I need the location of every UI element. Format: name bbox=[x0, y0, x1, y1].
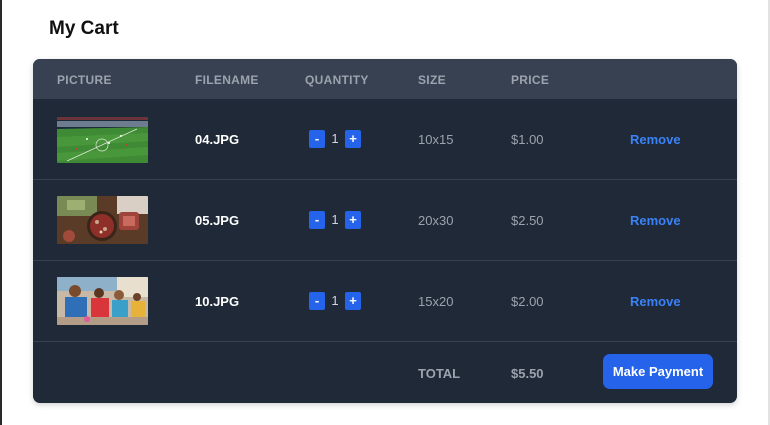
decrement-button[interactable]: - bbox=[309, 211, 325, 229]
remove-button[interactable]: Remove bbox=[630, 132, 681, 147]
column-header-size: SIZE bbox=[418, 73, 446, 87]
make-payment-button[interactable]: Make Payment bbox=[603, 354, 713, 389]
table-row: 04.JPG - 1 + 10x15 $1.00 Remove bbox=[33, 99, 737, 180]
column-header-filename: FILENAME bbox=[195, 73, 259, 87]
table-row: 10.JPG - 1 + 15x20 $2.00 Remove bbox=[33, 261, 737, 342]
column-header-price: PRICE bbox=[511, 73, 550, 87]
cart-footer: TOTAL $5.50 Make Payment bbox=[33, 342, 737, 403]
increment-button[interactable]: + bbox=[345, 211, 361, 229]
size-value: 15x20 bbox=[418, 294, 454, 309]
page-title: My Cart bbox=[49, 18, 119, 39]
remove-button[interactable]: Remove bbox=[630, 294, 681, 309]
table-header: PICTURE FILENAME QUANTITY SIZE PRICE bbox=[33, 59, 737, 99]
price-value: $1.00 bbox=[511, 132, 544, 147]
food-platter-thumbnail bbox=[57, 196, 148, 244]
remove-button[interactable]: Remove bbox=[630, 213, 681, 228]
price-value: $2.00 bbox=[511, 294, 544, 309]
size-value: 20x30 bbox=[418, 213, 454, 228]
total-label: TOTAL bbox=[418, 366, 461, 381]
column-header-picture: PICTURE bbox=[57, 73, 112, 87]
soccer-stadium-thumbnail bbox=[57, 115, 148, 163]
window-edge-left bbox=[0, 0, 2, 425]
page: My Cart PICTURE FILENAME QUANTITY SIZE P… bbox=[0, 0, 770, 425]
table-row: 05.JPG - 1 + 20x30 $2.50 Remove bbox=[33, 180, 737, 261]
quantity-value: 1 bbox=[331, 212, 339, 227]
decrement-button[interactable]: - bbox=[309, 130, 325, 148]
cart-table: PICTURE FILENAME QUANTITY SIZE PRICE 04.… bbox=[33, 59, 737, 403]
group-of-people-thumbnail bbox=[57, 277, 148, 325]
filename: 04.JPG bbox=[195, 132, 240, 147]
quantity-value: 1 bbox=[331, 131, 339, 146]
size-value: 10x15 bbox=[418, 132, 454, 147]
filename: 10.JPG bbox=[195, 294, 240, 309]
increment-button[interactable]: + bbox=[345, 130, 361, 148]
quantity-value: 1 bbox=[331, 293, 339, 308]
column-header-quantity: QUANTITY bbox=[305, 73, 369, 87]
filename: 05.JPG bbox=[195, 213, 240, 228]
total-value: $5.50 bbox=[511, 366, 544, 381]
decrement-button[interactable]: - bbox=[309, 292, 325, 310]
price-value: $2.50 bbox=[511, 213, 544, 228]
increment-button[interactable]: + bbox=[345, 292, 361, 310]
